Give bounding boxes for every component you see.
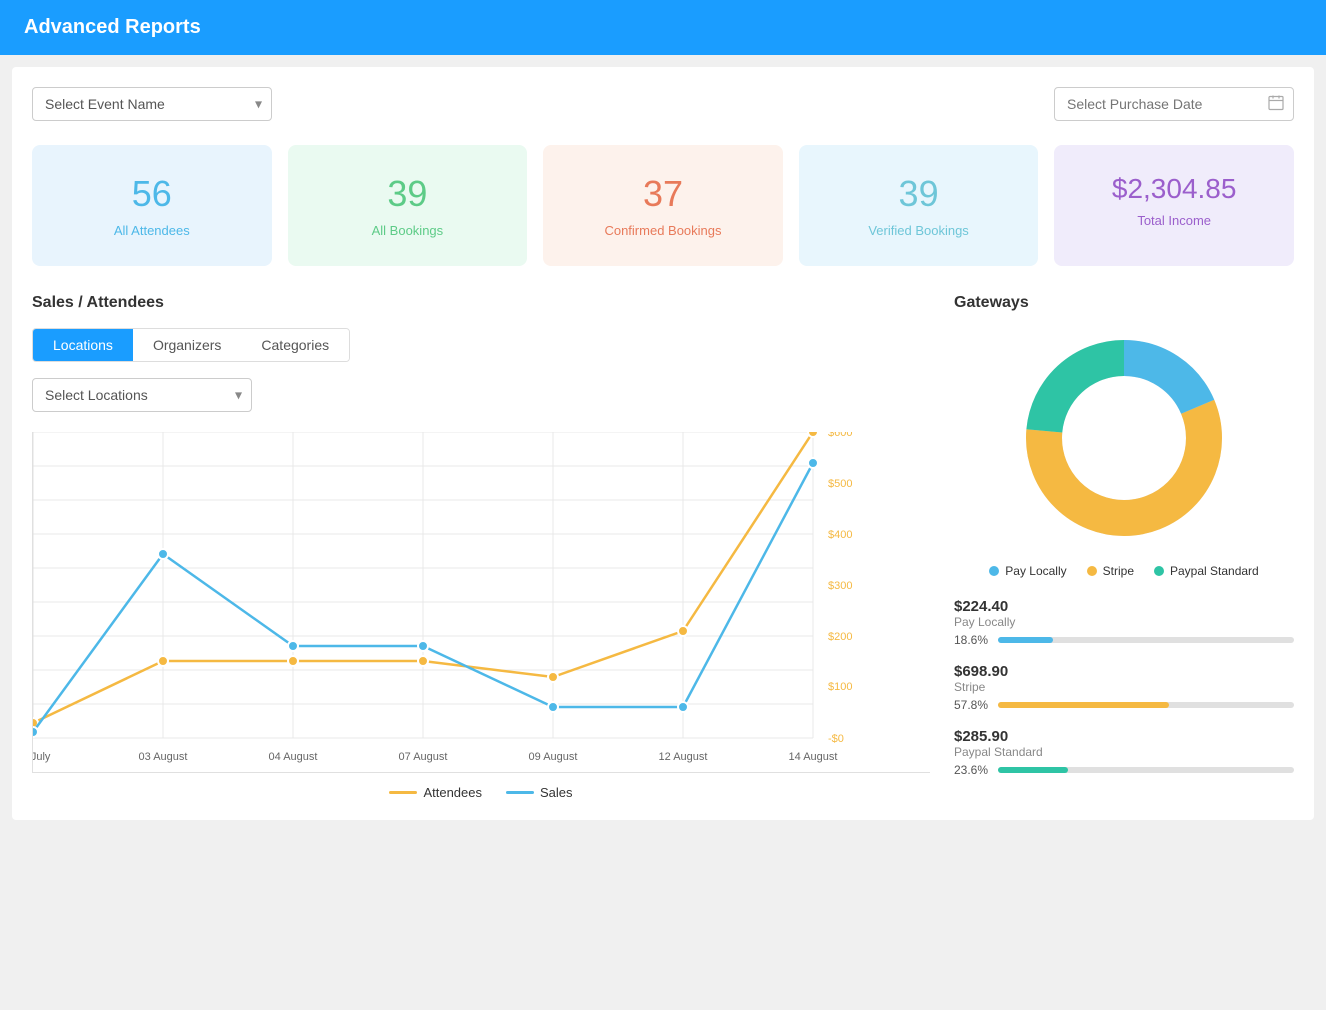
stat-all-attendees: 56 All Attendees <box>32 145 272 266</box>
gw-paypal-bar-row: 23.6% <box>954 763 1294 777</box>
tab-organizers[interactable]: Organizers <box>133 329 241 361</box>
svg-text:09 August: 09 August <box>529 751 578 763</box>
gw-paylocally-name: Pay Locally <box>954 615 1294 629</box>
all-bookings-number: 39 <box>308 173 508 215</box>
location-select[interactable]: Select Locations <box>32 378 252 412</box>
chart-container: 10 9 8 7 6 5 4 3 2 1 0 $600 $500 $400 $3… <box>32 432 930 773</box>
all-attendees-label: All Attendees <box>52 223 252 238</box>
right-panel: Gateways <box>954 294 1294 800</box>
confirmed-bookings-number: 37 <box>563 173 763 215</box>
svg-text:07 August: 07 August <box>399 751 448 763</box>
tab-categories[interactable]: Categories <box>241 329 349 361</box>
gw-stripe-bar-fill <box>998 702 1169 708</box>
tab-locations[interactable]: Locations <box>33 329 133 361</box>
gw-legend-paylocally: Pay Locally <box>989 564 1066 578</box>
svg-text:03 August: 03 August <box>139 751 188 763</box>
sales-tabs: Locations Organizers Categories <box>32 328 350 362</box>
gw-paylocally-pct: 18.6% <box>954 633 990 647</box>
event-name-select[interactable]: Select Event Name <box>32 87 272 121</box>
gw-paylocally-amount: $224.40 <box>954 598 1294 615</box>
gw-paylocally-bar-row: 18.6% <box>954 633 1294 647</box>
gw-paypal-bar-fill <box>998 767 1068 773</box>
stats-row: 56 All Attendees 39 All Bookings 37 Conf… <box>32 145 1294 266</box>
stat-confirmed-bookings: 37 Confirmed Bookings <box>543 145 783 266</box>
all-bookings-label: All Bookings <box>308 223 508 238</box>
gateway-stats: $224.40 Pay Locally 18.6% $698.90 Stripe… <box>954 598 1294 777</box>
stripe-dot <box>1087 566 1097 576</box>
confirmed-bookings-label: Confirmed Bookings <box>563 223 763 238</box>
gw-stat-stripe: $698.90 Stripe 57.8% <box>954 663 1294 712</box>
paylocally-label: Pay Locally <box>1005 564 1066 578</box>
all-attendees-number: 56 <box>52 173 252 215</box>
donut-chart-container <box>954 328 1294 548</box>
gw-paypal-bar-bg <box>998 767 1294 773</box>
gw-paylocally-bar-bg <box>998 637 1294 643</box>
gw-stat-paypal: $285.90 Paypal Standard 23.6% <box>954 728 1294 777</box>
svg-text:$500: $500 <box>828 478 852 490</box>
gw-stripe-pct: 57.8% <box>954 698 990 712</box>
svg-text:-$0: -$0 <box>828 733 844 745</box>
stat-all-bookings: 39 All Bookings <box>288 145 528 266</box>
legend-sales: Sales <box>506 785 573 800</box>
total-income-label: Total Income <box>1074 213 1274 228</box>
svg-text:$100: $100 <box>828 681 852 693</box>
main-content: Select Event Name ▾ 56 All Attendees 39 <box>12 67 1314 820</box>
chart-legend: Attendees Sales <box>32 785 930 800</box>
svg-text:$600: $600 <box>828 432 852 439</box>
gw-paypal-amount: $285.90 <box>954 728 1294 745</box>
page-header: Advanced Reports <box>0 0 1326 55</box>
svg-text:$200: $200 <box>828 631 852 643</box>
gw-legend-paypal: Paypal Standard <box>1154 564 1259 578</box>
date-filter[interactable] <box>1054 87 1294 121</box>
gw-stripe-bar-row: 57.8% <box>954 698 1294 712</box>
gw-stripe-name: Stripe <box>954 680 1294 694</box>
gw-paylocally-bar-fill <box>998 637 1053 643</box>
svg-text:14 August: 14 August <box>789 751 838 763</box>
svg-text:04 August: 04 August <box>269 751 318 763</box>
gateways-title: Gateways <box>954 294 1294 312</box>
gw-paypal-name: Paypal Standard <box>954 745 1294 759</box>
svg-text:$400: $400 <box>828 529 852 541</box>
stat-verified-bookings: 39 Verified Bookings <box>799 145 1039 266</box>
line-chart: 10 9 8 7 6 5 4 3 2 1 0 $600 $500 $400 $3… <box>33 432 853 772</box>
svg-text:12 August: 12 August <box>659 751 708 763</box>
stripe-label: Stripe <box>1103 564 1134 578</box>
gw-stripe-amount: $698.90 <box>954 663 1294 680</box>
svg-text:31 July: 31 July <box>33 751 51 763</box>
verified-bookings-label: Verified Bookings <box>819 223 1019 238</box>
gw-stat-paylocally: $224.40 Pay Locally 18.6% <box>954 598 1294 647</box>
paylocally-dot <box>989 566 999 576</box>
donut-chart <box>1014 328 1234 548</box>
page-title: Advanced Reports <box>24 16 1302 39</box>
purchase-date-input[interactable] <box>1054 87 1294 121</box>
sales-legend-dot <box>506 791 534 794</box>
stat-total-income: $2,304.85 Total Income <box>1054 145 1294 266</box>
filters-row: Select Event Name ▾ <box>32 87 1294 121</box>
sales-legend-label: Sales <box>540 785 573 800</box>
location-filter[interactable]: Select Locations ▾ <box>32 378 930 412</box>
gw-legend-stripe: Stripe <box>1087 564 1134 578</box>
attendees-legend-label: Attendees <box>423 785 482 800</box>
svg-text:$300: $300 <box>828 580 852 592</box>
gateway-chart-legend: Pay Locally Stripe Paypal Standard <box>954 564 1294 578</box>
paypal-dot <box>1154 566 1164 576</box>
attendees-legend-dot <box>389 791 417 794</box>
total-income-number: $2,304.85 <box>1074 173 1274 205</box>
event-filter[interactable]: Select Event Name ▾ <box>32 87 272 121</box>
paypal-label: Paypal Standard <box>1170 564 1259 578</box>
gw-stripe-bar-bg <box>998 702 1294 708</box>
verified-bookings-number: 39 <box>819 173 1019 215</box>
left-panel: Sales / Attendees Locations Organizers C… <box>32 294 930 800</box>
sales-section-title: Sales / Attendees <box>32 294 930 312</box>
content-area: Sales / Attendees Locations Organizers C… <box>32 294 1294 800</box>
gw-paypal-pct: 23.6% <box>954 763 990 777</box>
legend-attendees: Attendees <box>389 785 482 800</box>
